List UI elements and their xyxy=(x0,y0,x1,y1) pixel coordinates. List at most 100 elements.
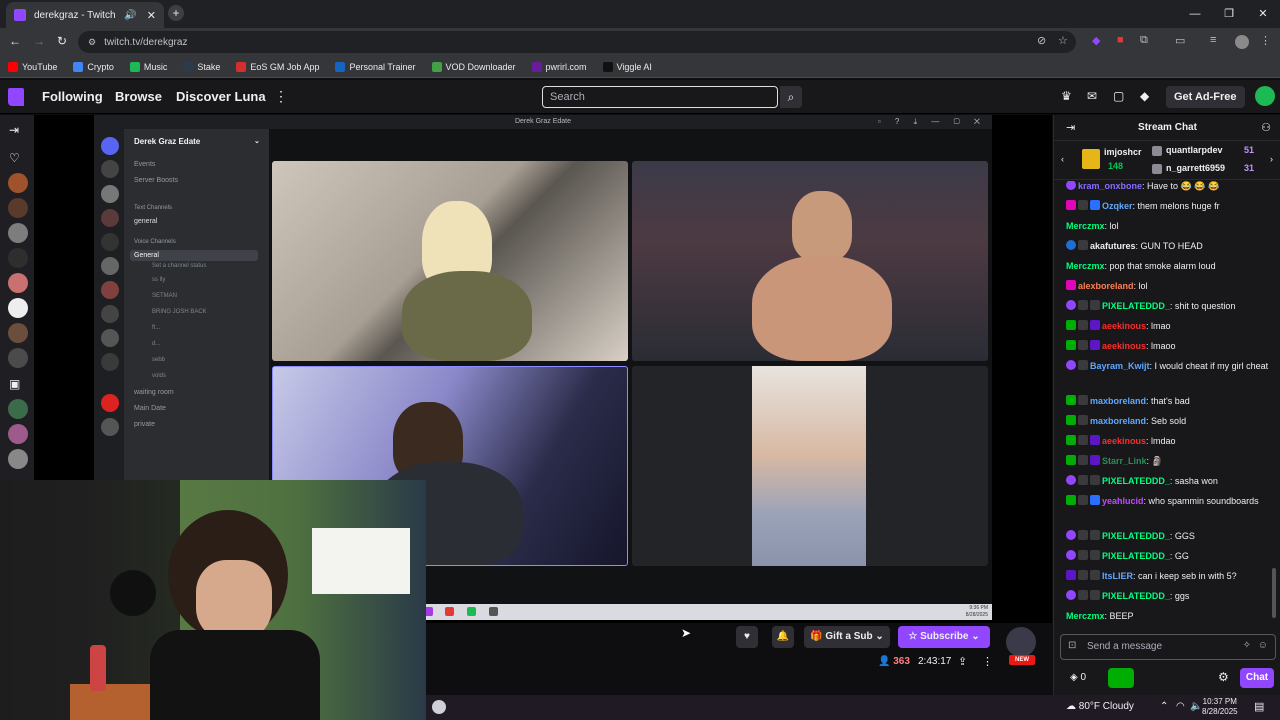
chat-username[interactable]: Ozqker xyxy=(1102,201,1133,211)
reload-icon[interactable]: ↻ xyxy=(57,34,67,48)
chevron-left-icon[interactable]: ‹ xyxy=(1061,154,1064,164)
bookmark-item[interactable]: Personal Trainer xyxy=(335,61,416,72)
start-icon[interactable] xyxy=(432,700,446,714)
kebab-menu-icon[interactable]: ⋮ xyxy=(1260,34,1271,47)
bookmark-star-icon[interactable]: ☆ xyxy=(1058,34,1068,47)
extension-red-icon[interactable]: ■ xyxy=(1117,34,1124,46)
channel-points[interactable]: ◈ 0 xyxy=(1070,672,1086,683)
system-clock[interactable]: 10:37 PM 8/28/2025 xyxy=(1202,697,1238,717)
site-info-icon[interactable]: ⚙ xyxy=(88,37,96,48)
bits-icon[interactable]: ◆ xyxy=(1140,89,1149,103)
search-icon[interactable]: ⌕ xyxy=(780,86,802,108)
chat-username[interactable]: Merczmx xyxy=(1066,611,1105,621)
bookmark-item[interactable]: pwrirl.com xyxy=(531,61,587,72)
emote-picker-icon[interactable]: ☺ xyxy=(1258,640,1268,651)
channel-avatar[interactable] xyxy=(1006,627,1036,657)
chat-username[interactable]: maxboreland xyxy=(1090,396,1146,406)
puzzle-icon[interactable]: ⧉ xyxy=(1140,34,1148,47)
restore-icon[interactable]: ❐ xyxy=(1212,0,1246,28)
chat-settings-icon[interactable]: ⚙ xyxy=(1218,670,1229,684)
chat-username[interactable]: Bayram_Kwijt xyxy=(1090,361,1150,371)
browse-link[interactable]: Browse xyxy=(115,89,162,104)
sparkle-icon[interactable]: ✧ xyxy=(1243,640,1251,651)
bookmark-item[interactable]: EoS GM Job App xyxy=(236,61,319,72)
discover-link[interactable]: Discover Luna xyxy=(176,89,266,104)
cast-icon[interactable]: ▭ xyxy=(1175,34,1185,47)
chat-badge-icon[interactable]: ⊡ xyxy=(1068,640,1076,651)
leader-name[interactable]: imjoshcr xyxy=(1104,147,1142,157)
volume-icon[interactable]: 🔈 xyxy=(1190,701,1202,712)
notification-icon[interactable]: ▤ xyxy=(1254,700,1264,713)
claim-points-button[interactable] xyxy=(1108,668,1134,688)
sidebar-channel-avatar[interactable] xyxy=(8,348,28,368)
get-ad-free-button[interactable]: Get Ad-Free xyxy=(1166,86,1245,108)
chat-scrollbar[interactable] xyxy=(1272,568,1276,618)
send-chat-button[interactable]: Chat xyxy=(1240,668,1274,688)
leader-name[interactable]: n_garrett6959 xyxy=(1166,163,1225,173)
chat-username[interactable]: PIXELATEDDD_ xyxy=(1102,476,1170,486)
expand-sidebar-icon[interactable]: ⇥ xyxy=(9,123,19,137)
crown-icon[interactable]: ♛ xyxy=(1061,89,1072,103)
weather-widget[interactable]: ☁ 80°F Cloudy xyxy=(1066,701,1134,712)
chat-username[interactable]: Merczmx xyxy=(1066,221,1105,231)
sidebar-channel-avatar[interactable] xyxy=(8,449,28,469)
inbox-icon[interactable]: ✉ xyxy=(1087,89,1097,103)
bookmark-item[interactable]: VOD Downloader xyxy=(431,61,516,72)
chat-username[interactable]: PIXELATEDDD_ xyxy=(1102,591,1170,601)
chevron-right-icon[interactable]: › xyxy=(1270,154,1273,164)
bookmark-item[interactable]: Viggle AI xyxy=(602,61,652,72)
chat-username[interactable]: Merczmx xyxy=(1066,261,1105,271)
tab-audio-icon[interactable]: 🔊 xyxy=(124,10,136,21)
chat-username[interactable]: aeekinous xyxy=(1102,436,1146,446)
chat-username[interactable]: aeekinous xyxy=(1102,321,1146,331)
chat-username[interactable]: aeekinous xyxy=(1102,341,1146,351)
more-icon[interactable]: ⋮ xyxy=(274,88,288,105)
chat-username[interactable]: kram_onxbone xyxy=(1078,181,1142,191)
browser-tab-active[interactable]: derekgraz - Twitch 🔊 ✕ xyxy=(6,2,164,28)
subscribe-button[interactable]: ☆ Subscribe ⌄ xyxy=(898,626,990,648)
eye-off-icon[interactable]: ⊘ xyxy=(1037,34,1046,47)
chat-username[interactable]: maxboreland xyxy=(1090,416,1146,426)
extension-icon[interactable]: ◆ xyxy=(1092,34,1100,47)
sidebar-channel-avatar[interactable] xyxy=(8,173,28,193)
chat-input[interactable]: ⊡ Send a message ✧ ☺ xyxy=(1060,634,1276,660)
leader-name[interactable]: quantlarpdev xyxy=(1166,145,1223,155)
chat-username[interactable]: yeahlucid xyxy=(1102,496,1144,506)
user-avatar[interactable] xyxy=(1255,86,1275,106)
chat-username[interactable]: ItsLIER xyxy=(1102,571,1133,581)
chat-username[interactable]: PIXELATEDDD_ xyxy=(1102,531,1170,541)
follow-heart-button[interactable]: ♥ xyxy=(736,626,758,648)
sidebar-channel-avatar[interactable] xyxy=(8,198,28,218)
community-icon[interactable]: ⚇ xyxy=(1261,121,1271,134)
sidebar-channel-avatar[interactable] xyxy=(8,223,28,243)
share-icon[interactable]: ⇪ xyxy=(958,655,967,668)
tab-close-icon[interactable]: ✕ xyxy=(147,9,156,22)
whispers-icon[interactable]: ▢ xyxy=(1113,89,1124,103)
twitch-logo-icon[interactable] xyxy=(8,88,24,106)
media-icon[interactable]: ≡ xyxy=(1210,34,1216,46)
sidebar-channel-avatar[interactable] xyxy=(8,399,28,419)
back-icon[interactable]: ← xyxy=(9,34,21,48)
chat-username[interactable]: alexboreland xyxy=(1078,281,1134,291)
more-options-icon[interactable]: ⋮ xyxy=(982,655,993,668)
new-tab-button[interactable]: + xyxy=(168,5,184,21)
bookmark-item[interactable]: Music xyxy=(129,61,167,72)
chat-username[interactable]: Starr_Link xyxy=(1102,456,1147,466)
chat-username[interactable]: akafutures xyxy=(1090,241,1136,251)
address-bar[interactable]: ⚙ twitch.tv/derekgraz xyxy=(78,31,1076,53)
chat-username[interactable]: PIXELATEDDD_ xyxy=(1102,301,1170,311)
notifications-bell-button[interactable]: 🔔 xyxy=(772,626,794,648)
following-link[interactable]: Following xyxy=(42,89,103,104)
sidebar-channel-avatar[interactable] xyxy=(8,273,28,293)
close-window-icon[interactable]: ✕ xyxy=(1246,0,1280,28)
sidebar-channel-avatar[interactable] xyxy=(8,298,28,318)
bookmark-item[interactable]: YouTube xyxy=(8,61,57,72)
minimize-icon[interactable]: — xyxy=(1178,0,1212,28)
sidebar-channel-avatar[interactable] xyxy=(8,323,28,343)
bookmark-item[interactable]: Stake xyxy=(183,61,220,72)
gift-sub-button[interactable]: 🎁 Gift a Sub ⌄ xyxy=(804,626,890,648)
sidebar-channel-avatar[interactable] xyxy=(8,248,28,268)
profile-avatar[interactable] xyxy=(1235,35,1249,49)
forward-icon[interactable]: → xyxy=(33,34,45,48)
chat-username[interactable]: PIXELATEDDD_ xyxy=(1102,551,1170,561)
